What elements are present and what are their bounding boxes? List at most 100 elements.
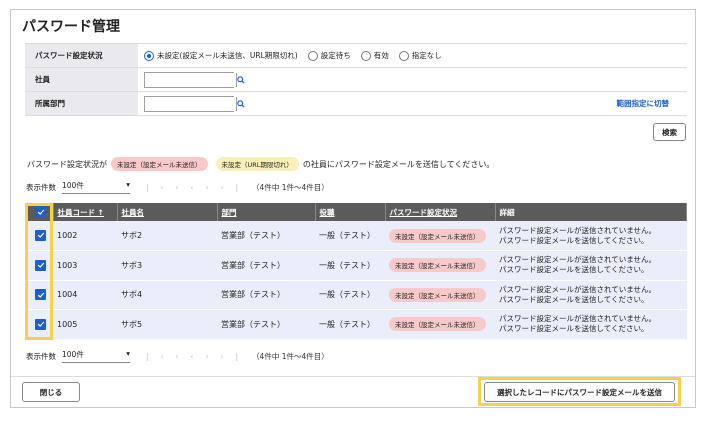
per-page-label: 表示件数	[26, 351, 56, 361]
dept-label: 所属部門	[25, 92, 138, 115]
status-badge: 未設定（設定メール未送信）	[389, 287, 486, 302]
col-detail: 詳細	[495, 203, 687, 221]
col-role[interactable]: 役職	[315, 203, 386, 221]
col-password-status[interactable]: パスワード設定状況	[385, 203, 496, 221]
table-row[interactable]: 1003 サボ3 営業部（テスト） 一般（テスト） 未設定（設定メール未送信） パスワード…	[25, 250, 687, 281]
status-badge: 未設定（設定メール未送信）	[389, 228, 486, 243]
search-button[interactable]: 検索	[653, 123, 686, 141]
cell-department: 営業部（テスト）	[217, 280, 315, 310]
detail-line: パスワード設定メールが送信されていません。	[499, 314, 657, 324]
cell-status: 未設定（設定メール未送信）	[385, 309, 495, 340]
cell-status: 未設定（設定メール未送信）	[385, 280, 495, 310]
close-button[interactable]: 閉じる	[22, 382, 80, 402]
cell-employee-code: 1005	[53, 309, 117, 340]
detail-line: パスワード設定メールが送信されていません。	[499, 225, 657, 235]
detail-line: パスワード設定メールを送信してください。	[499, 294, 649, 304]
search-icon	[237, 75, 245, 84]
row-checkbox-cell[interactable]	[25, 309, 53, 340]
per-page-select[interactable]: 100件 ▾	[62, 349, 130, 363]
chevron-down-icon: ▾	[126, 180, 130, 189]
record-count: （4件中 1件〜4件目）	[252, 351, 329, 361]
radio-button[interactable]	[360, 50, 371, 61]
table-row[interactable]: 1005 サボ5 営業部（テスト） 一般（テスト） 未設定（設定メール未送信） パスワード…	[25, 309, 687, 340]
check-icon	[37, 262, 44, 268]
col-employee-name[interactable]: 社員名	[117, 203, 218, 221]
check-icon	[37, 232, 44, 239]
cell-role: 一般（テスト）	[315, 250, 385, 281]
search-icon	[237, 99, 245, 108]
dept-search-box	[144, 95, 245, 112]
employee-search-button[interactable]	[236, 72, 245, 87]
status-radio-option[interactable]: 設定待ち	[307, 50, 351, 61]
row-checkbox-cell[interactable]	[25, 250, 53, 281]
cell-role: 一般（テスト）	[315, 221, 385, 251]
record-count: （4件中 1件〜4件目）	[252, 182, 329, 192]
detail-line: パスワード設定メールを送信してください。	[499, 324, 649, 334]
row-checkbox[interactable]	[35, 289, 46, 300]
cell-status: 未設定（設定メール未送信）	[385, 221, 495, 251]
table-row[interactable]: 1004 サボ4 営業部（テスト） 一般（テスト） 未設定（設定メール未送信） パスワード…	[25, 280, 687, 310]
per-page-select[interactable]: 100件 ▾	[62, 180, 130, 194]
cell-department: 営業部（テスト）	[217, 309, 315, 340]
row-checkbox-cell[interactable]	[25, 280, 53, 310]
table-header-row: 社員コード ↑ 社員名 部門 役職 パスワード設定状況 詳細	[25, 203, 687, 221]
radio-button[interactable]	[398, 50, 409, 61]
detail-line: パスワード設定メールを送信してください。	[499, 235, 649, 245]
cell-role: 一般（テスト）	[315, 309, 385, 340]
col-department[interactable]: 部門	[217, 203, 316, 221]
status-radio-option[interactable]: 有効	[360, 50, 389, 61]
cell-employee-code: 1002	[53, 221, 117, 251]
table-row[interactable]: 1002 サボ2 営業部（テスト） 一般（テスト） 未設定（設定メール未送信） パスワード…	[25, 221, 687, 251]
page-nav-icons: |‹‹‹››|	[146, 351, 251, 361]
col-employee-code[interactable]: 社員コード ↑	[53, 203, 118, 221]
status-radio-option[interactable]: 未設定(設定メール未送信、URL期限切れ)	[144, 50, 298, 61]
status-tag-unsent: 未設定（設定メール未送信）	[111, 157, 208, 171]
select-all-checkbox-cell[interactable]	[25, 203, 54, 221]
radio-button[interactable]	[307, 50, 318, 61]
pager-top: 表示件数 100件 ▾ |‹‹‹››| （4件中 1件〜4件目）	[26, 180, 329, 194]
dept-search-button[interactable]	[236, 96, 245, 111]
status-badge: 未設定（設定メール未送信）	[389, 258, 486, 273]
row-checkbox[interactable]	[35, 229, 46, 241]
status-tag-expired: 未設定（URL期限切れ）	[215, 157, 299, 171]
cell-detail: パスワード設定メールが送信されていません。 パスワード設定メールを送信してください…	[495, 250, 687, 281]
send-password-email-button[interactable]: 選択したレコードにパスワード設定メールを送信	[484, 382, 675, 402]
cell-employee-name: サボ3	[117, 250, 217, 281]
cell-employee-name: サボ5	[117, 309, 217, 340]
check-icon	[37, 321, 44, 327]
status-row: パスワード設定状況 未設定(設定メール未送信、URL期限切れ) 設定待ち 有効 指定な…	[25, 44, 687, 68]
employee-input[interactable]	[145, 72, 236, 87]
cell-department: 営業部（テスト）	[217, 221, 315, 251]
check-icon	[37, 209, 44, 215]
filter-form: パスワード設定状況 未設定(設定メール未送信、URL期限切れ) 設定待ち 有効 指定な…	[25, 43, 687, 116]
cell-employee-code: 1004	[53, 280, 117, 310]
radio-label: 指定なし	[411, 51, 442, 60]
status-radio-option[interactable]: 指定なし	[398, 50, 442, 61]
cell-role: 一般（テスト）	[315, 280, 385, 310]
page-title: パスワード管理	[22, 19, 120, 35]
employee-table: 社員コード ↑ 社員名 部門 役職 パスワード設定状況 詳細 1002 サボ2 営業…	[25, 203, 687, 340]
instruction-message: パスワード設定状況が 未設定（設定メール未送信） 未設定（URL期限切れ） の社…	[27, 157, 494, 171]
check-icon	[37, 292, 44, 298]
dept-row: 所属部門 範囲指定に切替	[25, 92, 687, 116]
radio-button[interactable]	[144, 50, 154, 61]
row-checkbox[interactable]	[35, 259, 46, 271]
message-suffix: の社員にパスワード設定メールを送信してください。	[302, 159, 495, 169]
status-badge: 未設定（設定メール未送信）	[389, 317, 486, 332]
cell-detail: パスワード設定メールが送信されていません。 パスワード設定メールを送信してください…	[495, 280, 687, 310]
cell-status: 未設定（設定メール未送信）	[385, 250, 495, 281]
row-checkbox-cell[interactable]	[25, 221, 53, 251]
radio-label: 未設定(設定メール未送信、URL期限切れ)	[157, 51, 298, 60]
detail-line: パスワード設定メールを送信してください。	[499, 265, 649, 275]
cell-department: 営業部（テスト）	[217, 250, 315, 281]
employee-search-box	[144, 71, 245, 88]
radio-label: 設定待ち	[320, 51, 351, 60]
range-toggle-link[interactable]: 範囲指定に切替	[617, 98, 670, 109]
pager-bottom: 表示件数 100件 ▾ |‹‹‹››| （4件中 1件〜4件目）	[26, 349, 329, 363]
row-checkbox[interactable]	[35, 318, 46, 330]
select-all-checkbox[interactable]	[35, 206, 46, 218]
employee-row: 社員	[25, 68, 687, 92]
cell-detail: パスワード設定メールが送信されていません。 パスワード設定メールを送信してください…	[495, 309, 687, 340]
per-page-label: 表示件数	[26, 182, 56, 192]
dept-input[interactable]	[145, 96, 236, 111]
